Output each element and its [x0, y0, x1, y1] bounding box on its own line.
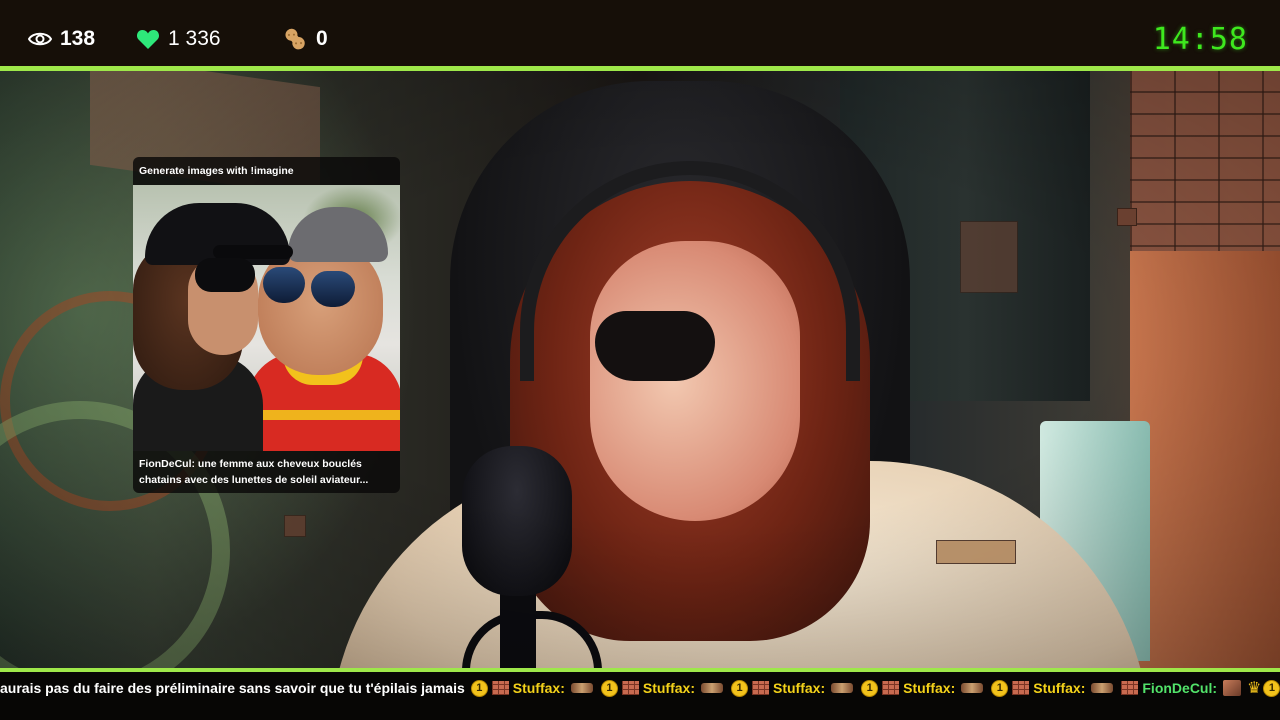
peanut-count-value: 0 [316, 27, 328, 50]
image-woman-sunglasses [195, 258, 255, 292]
chat-ticker: aurais pas du faire des préliminaire san… [0, 672, 1280, 720]
brick-badge-icon [752, 681, 769, 695]
image-woman-cap-brim [213, 245, 293, 259]
ticker-username: Stuffax: [903, 680, 956, 696]
stream-stats-bar: 138 1 336 0 14:58 [0, 0, 1280, 66]
coin-badge-icon: 1 [861, 679, 879, 697]
image-man-aviator-right [311, 271, 355, 307]
brick-badge-icon [491, 681, 509, 695]
floating-emote [284, 515, 306, 537]
ticker-username: FionDeCul: [1142, 680, 1218, 696]
brick-badge-icon [1121, 681, 1139, 695]
ticker-username: Stuffax: [773, 680, 826, 696]
like-count: 1 336 [136, 20, 221, 58]
stream-clock: 14:58 [1152, 22, 1248, 57]
image-man-aviator-left [263, 267, 305, 303]
image-man-shirt-stripe [247, 410, 400, 420]
coin-badge-icon: 1 [991, 679, 1009, 697]
coin-badge-icon: 1 [1263, 679, 1280, 697]
imagine-card-caption: FionDeCul: une femme aux cheveux bouclés… [139, 458, 369, 486]
brick-badge-icon [1012, 681, 1030, 695]
ticker-username: Stuffax: [642, 680, 695, 696]
ticker-username: Stuffax: [1033, 680, 1086, 696]
imagine-card: Generate images with !imagine FionDeCul:… [133, 157, 400, 493]
brick-badge-icon [621, 681, 639, 695]
generated-image [133, 185, 400, 451]
coin-badge-icon: 1 [470, 679, 488, 697]
ticker-emote [831, 683, 854, 693]
ticker-emote [701, 683, 723, 693]
ticker-username: Stuffax: [512, 680, 565, 696]
ticker-emote [1223, 680, 1242, 696]
floating-emote [960, 221, 1018, 293]
coin-badge-icon: 1 [731, 679, 748, 697]
imagine-card-title: Generate images with !imagine [139, 165, 294, 177]
crown-badge-icon: ♛ [1247, 680, 1262, 697]
peanut-count: 0 [282, 20, 328, 58]
floating-emote [936, 540, 1016, 564]
heart-icon [136, 28, 160, 50]
peanut-icon [282, 26, 308, 52]
brick-badge-icon [882, 681, 900, 695]
viewer-count-value: 138 [60, 27, 96, 50]
viewer-count: 138 [28, 20, 95, 58]
eye-icon [28, 30, 52, 48]
like-count-value: 1 336 [168, 27, 221, 50]
ticker-emote [570, 683, 593, 693]
ticker-emote [961, 683, 984, 693]
ticker-emote [1091, 683, 1114, 693]
ticker-message: aurais pas du faire des préliminaire san… [0, 680, 465, 696]
floating-emote [1117, 208, 1137, 226]
coin-badge-icon: 1 [600, 679, 618, 697]
chat-ticker-track: aurais pas du faire des préliminaire san… [0, 672, 1280, 704]
